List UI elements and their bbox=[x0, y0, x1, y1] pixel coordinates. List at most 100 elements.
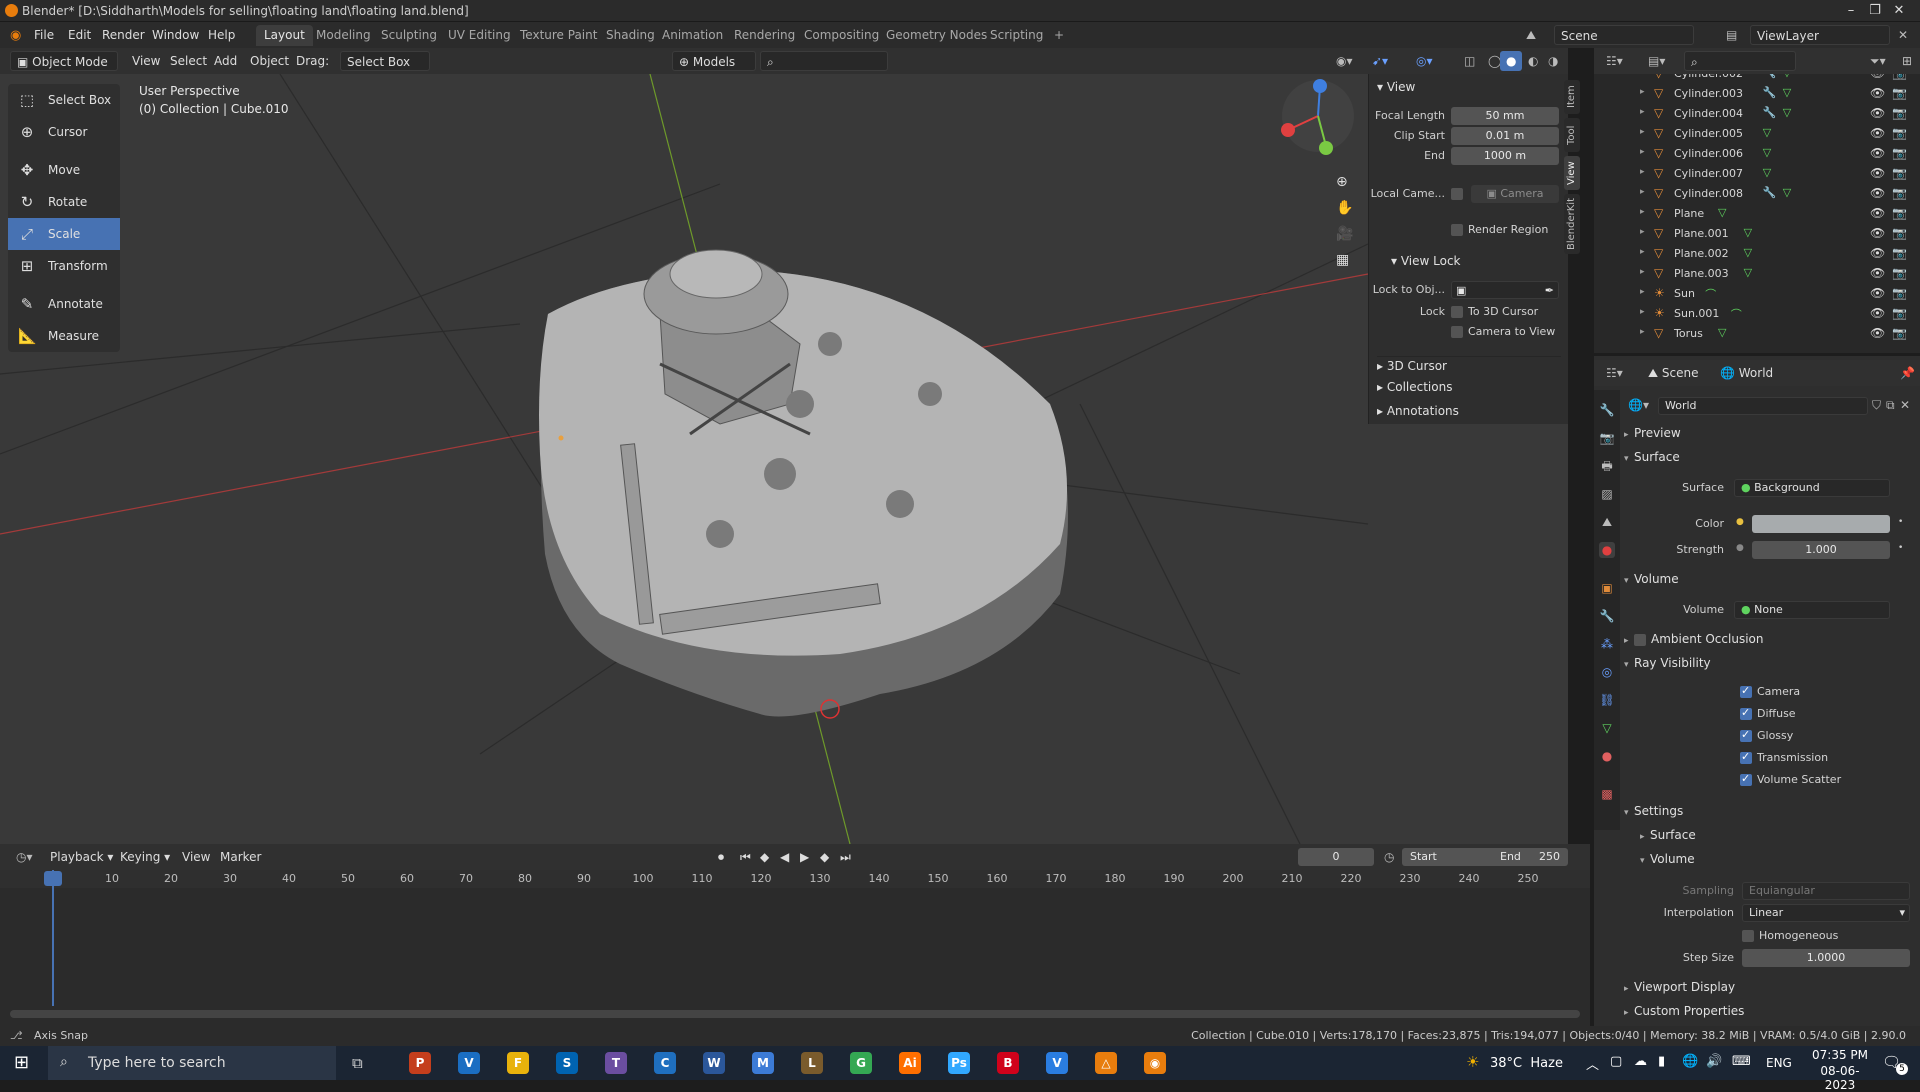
outliner-item[interactable]: ▸ ▽ Cylinder.006 ▽ 👁 📷 bbox=[1594, 144, 1920, 164]
network-icon[interactable]: 🌐 bbox=[1682, 1054, 1698, 1069]
end-frame-field[interactable]: End 250 bbox=[1492, 848, 1568, 866]
render-camera-icon[interactable]: 📷 bbox=[1892, 326, 1907, 340]
record-icon[interactable]: ⏺ bbox=[712, 847, 730, 867]
view-panel-header[interactable]: ▾ View bbox=[1377, 80, 1415, 94]
tab-uv-editing[interactable]: UV Editing bbox=[440, 25, 519, 46]
ray-camera-checkbox[interactable]: Camera bbox=[1740, 684, 1800, 698]
expand-arrow-icon[interactable]: ▸ bbox=[1640, 267, 1645, 277]
outliner-item[interactable]: ▸ ▽ Plane.001 ▽ 👁 📷 bbox=[1594, 224, 1920, 244]
collections-panel-header[interactable]: ▸ Collections bbox=[1377, 380, 1452, 394]
mesh-data-icon[interactable]: ▽ bbox=[1744, 266, 1752, 279]
pan-hand-icon[interactable]: ✋ bbox=[1336, 200, 1358, 222]
ray-diffuse-checkbox[interactable]: Diffuse bbox=[1740, 706, 1796, 720]
visibility-eye-icon[interactable]: 👁 bbox=[1870, 146, 1885, 160]
strength-field[interactable]: 1.000 bbox=[1752, 541, 1890, 559]
word-icon[interactable]: W bbox=[703, 1052, 725, 1074]
windows-start-icon[interactable]: ⊞ bbox=[14, 1052, 29, 1073]
material-properties-icon[interactable]: ● bbox=[1599, 748, 1615, 764]
jump-keyframe-back-icon[interactable]: ◆ bbox=[754, 847, 775, 867]
tab-rendering[interactable]: Rendering bbox=[726, 25, 803, 46]
mesh-data-icon[interactable]: ▽ bbox=[1783, 106, 1791, 119]
local-camera-field[interactable]: ▣ Camera bbox=[1471, 185, 1559, 203]
physics-icon[interactable]: ◎ bbox=[1599, 664, 1615, 680]
playhead[interactable] bbox=[52, 870, 54, 1006]
tab-layout[interactable]: Layout bbox=[256, 25, 313, 46]
light-data-icon[interactable]: ⌒ bbox=[1731, 306, 1742, 322]
visibility-eye-icon[interactable]: 👁 bbox=[1870, 126, 1885, 140]
tab-animation[interactable]: Animation bbox=[654, 25, 731, 46]
solid-shading-icon[interactable]: ● bbox=[1500, 51, 1523, 71]
tab-texture-paint[interactable]: Texture Paint bbox=[512, 25, 605, 46]
menu-render[interactable]: Render bbox=[102, 28, 145, 42]
render-camera-icon[interactable]: 📷 bbox=[1892, 166, 1907, 180]
world-color-swatch[interactable] bbox=[1752, 515, 1890, 533]
tab-view[interactable]: View bbox=[1564, 156, 1580, 190]
tab-modeling[interactable]: Modeling bbox=[308, 25, 379, 46]
mesh-data-icon[interactable]: ▽ bbox=[1783, 186, 1791, 199]
drag-selector[interactable]: Select Box bbox=[340, 51, 430, 71]
mesh-data-icon[interactable]: ▽ bbox=[1744, 226, 1752, 239]
play-reverse-icon[interactable]: ◀ bbox=[774, 847, 795, 867]
preview-section[interactable]: ▸ Preview bbox=[1620, 426, 1920, 446]
strength-keyframe-icon[interactable]: • bbox=[1898, 543, 1903, 553]
outliner-item[interactable]: ▸ ▽ Cylinder.003 🔧 ▽ 👁 📷 bbox=[1594, 84, 1920, 104]
keyboard-icon[interactable]: ⌨ bbox=[1732, 1054, 1751, 1069]
ray-glossy-checkbox[interactable]: Glossy bbox=[1740, 728, 1793, 742]
language-indicator[interactable]: ENG bbox=[1766, 1056, 1792, 1070]
tab-tool[interactable]: Tool bbox=[1564, 118, 1580, 152]
taskbar-search-box[interactable]: ⌕ Type here to search bbox=[48, 1046, 336, 1080]
outliner-search[interactable]: ⌕ bbox=[1684, 51, 1796, 71]
blender-menu-icon[interactable]: ◉ bbox=[10, 28, 21, 43]
tool-annotate[interactable]: ✎ Annotate bbox=[8, 288, 120, 320]
app-icon[interactable]: B bbox=[997, 1052, 1019, 1074]
visibility-eye-icon[interactable]: 👁 bbox=[1870, 166, 1885, 180]
collection-selector[interactable]: ⊕ Models bbox=[672, 51, 756, 71]
files-icon[interactable]: L bbox=[801, 1052, 823, 1074]
viewport-display-section[interactable]: ▸ Viewport Display bbox=[1620, 980, 1920, 1000]
file-explorer-icon[interactable]: F bbox=[507, 1052, 529, 1074]
world-name-field[interactable]: World bbox=[1658, 397, 1868, 415]
outliner-item[interactable]: ▸ ▽ Torus ▽ 👁 📷 bbox=[1594, 324, 1920, 344]
visibility-eye-icon[interactable]: 👁 bbox=[1870, 266, 1885, 280]
pin-icon[interactable]: 📌 bbox=[1894, 363, 1920, 383]
tool-rotate[interactable]: ↻ Rotate bbox=[8, 186, 120, 218]
custom-properties-section[interactable]: ▸ Custom Properties bbox=[1620, 1004, 1920, 1024]
view-layer-icon[interactable]: ▨ bbox=[1599, 486, 1615, 502]
visibility-eye-icon[interactable]: 👁 bbox=[1870, 326, 1885, 340]
volume-icon[interactable]: 🔊 bbox=[1706, 1054, 1722, 1069]
timeline-menu-marker[interactable]: Marker bbox=[214, 847, 267, 867]
render-camera-icon[interactable]: 📷 bbox=[1892, 286, 1907, 300]
tab-sculpting[interactable]: Sculpting bbox=[373, 25, 445, 46]
timeline-ruler[interactable]: 0102030405060708090100110120130140150160… bbox=[0, 870, 1590, 888]
clock-date[interactable]: 08-06-2023 bbox=[1806, 1064, 1874, 1092]
jump-keyframe-forward-icon[interactable]: ◆ bbox=[814, 847, 835, 867]
visibility-eye-icon[interactable]: 👁 bbox=[1870, 206, 1885, 220]
header-menu-view[interactable]: View bbox=[126, 51, 166, 71]
outliner-item[interactable]: ▸ ▽ Cylinder.004 🔧 ▽ 👁 📷 bbox=[1594, 104, 1920, 124]
rendered-shading-icon[interactable]: ◑ bbox=[1542, 51, 1564, 71]
tray-app-icon[interactable]: ▢ bbox=[1610, 1054, 1622, 1069]
particles-icon[interactable]: ⁂ bbox=[1599, 636, 1615, 652]
jump-end-icon[interactable]: ⏭ bbox=[834, 847, 857, 867]
blender-icon[interactable]: ◉ bbox=[1144, 1052, 1166, 1074]
timeline-menu-view[interactable]: View bbox=[176, 847, 216, 867]
surface-shader-field[interactable]: ● Background bbox=[1734, 479, 1890, 497]
timeline-scrollbar[interactable] bbox=[10, 1010, 1580, 1018]
clip-start-field[interactable]: 0.01 m bbox=[1451, 127, 1559, 145]
header-menu-add[interactable]: Add bbox=[208, 51, 243, 71]
outliner-item[interactable]: ▸ ▽ Plane ▽ 👁 📷 bbox=[1594, 204, 1920, 224]
clock-time[interactable]: 07:35 PM bbox=[1808, 1048, 1872, 1062]
viewlayer-selector[interactable]: ViewLayer bbox=[1750, 25, 1890, 45]
visibility-eye-icon[interactable]: 👁 bbox=[1870, 186, 1885, 200]
expand-arrow-icon[interactable]: ▸ bbox=[1640, 167, 1645, 177]
world-browse-icon[interactable]: 🌐▾ bbox=[1628, 398, 1649, 412]
tab-compositing[interactable]: Compositing bbox=[796, 25, 887, 46]
header-menu-object[interactable]: Object bbox=[244, 51, 295, 71]
settings-section[interactable]: ▾ Settings bbox=[1620, 804, 1920, 824]
display-mode-icon[interactable]: ▤▾ bbox=[1642, 51, 1671, 71]
modifier-icon[interactable]: 🔧 bbox=[1763, 106, 1777, 119]
visibility-eye-icon[interactable]: 👁 bbox=[1870, 286, 1885, 300]
volume-section[interactable]: ▾ Volume bbox=[1620, 572, 1920, 592]
viewlayer-remove-icon[interactable]: ✕ bbox=[1898, 28, 1908, 42]
render-camera-icon[interactable]: 📷 bbox=[1892, 126, 1907, 140]
